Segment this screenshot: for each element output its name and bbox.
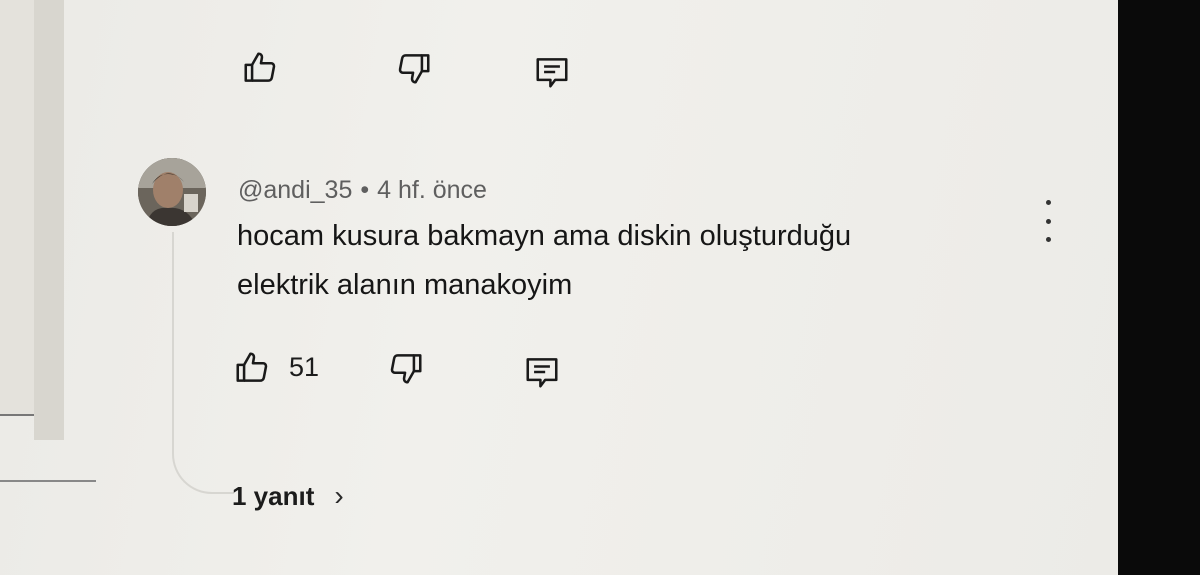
menu-dot-icon xyxy=(1045,237,1051,242)
comment-text: hocam kusura bakmayn ama diskin oluşturd… xyxy=(237,212,997,310)
thumbs-down-icon xyxy=(398,54,430,84)
thumbs-up-icon xyxy=(236,352,268,382)
like-button[interactable] xyxy=(230,346,274,390)
divider-line xyxy=(0,480,96,482)
monitor-bezel xyxy=(1118,0,1200,575)
comment-author[interactable]: @andi_35 xyxy=(238,176,352,204)
meta-separator: • xyxy=(360,176,370,204)
reply-button[interactable] xyxy=(520,350,564,394)
comment-text-line: elektrik alanın manakoyim xyxy=(237,269,573,301)
comment-text-line: hocam kusura bakmayn ama diskin oluşturd… xyxy=(237,220,852,252)
thumbs-up-icon xyxy=(244,52,276,82)
more-options-button[interactable] xyxy=(1035,200,1061,242)
avatar-photo-icon xyxy=(138,158,206,226)
screen: @andi_35 • 4 hf. önce hocam kusura bakmayn… xyxy=(0,0,1120,575)
chevron-right-icon: › xyxy=(334,480,344,511)
comment-time[interactable]: 4 hf. önce xyxy=(377,176,487,204)
replies-label: 1 yanıt xyxy=(232,480,315,511)
menu-dot-icon xyxy=(1045,200,1051,205)
prev-dislike-button[interactable] xyxy=(392,46,436,90)
thread-line xyxy=(172,232,234,494)
prev-reply-button[interactable] xyxy=(530,50,574,94)
prev-like-button[interactable] xyxy=(238,46,282,90)
avatar[interactable] xyxy=(138,158,206,226)
comment-icon xyxy=(526,358,558,388)
menu-dot-icon xyxy=(1045,218,1051,224)
replies-button[interactable]: 1 yanıt › xyxy=(232,480,344,512)
left-panel xyxy=(0,0,36,416)
like-count: 51 xyxy=(289,352,320,382)
dislike-button[interactable] xyxy=(384,346,428,390)
thumbs-down-icon xyxy=(390,354,422,384)
left-strip xyxy=(34,0,64,440)
comment-meta: @andi_35 • 4 hf. önce xyxy=(238,176,487,205)
comment-icon xyxy=(536,58,568,88)
